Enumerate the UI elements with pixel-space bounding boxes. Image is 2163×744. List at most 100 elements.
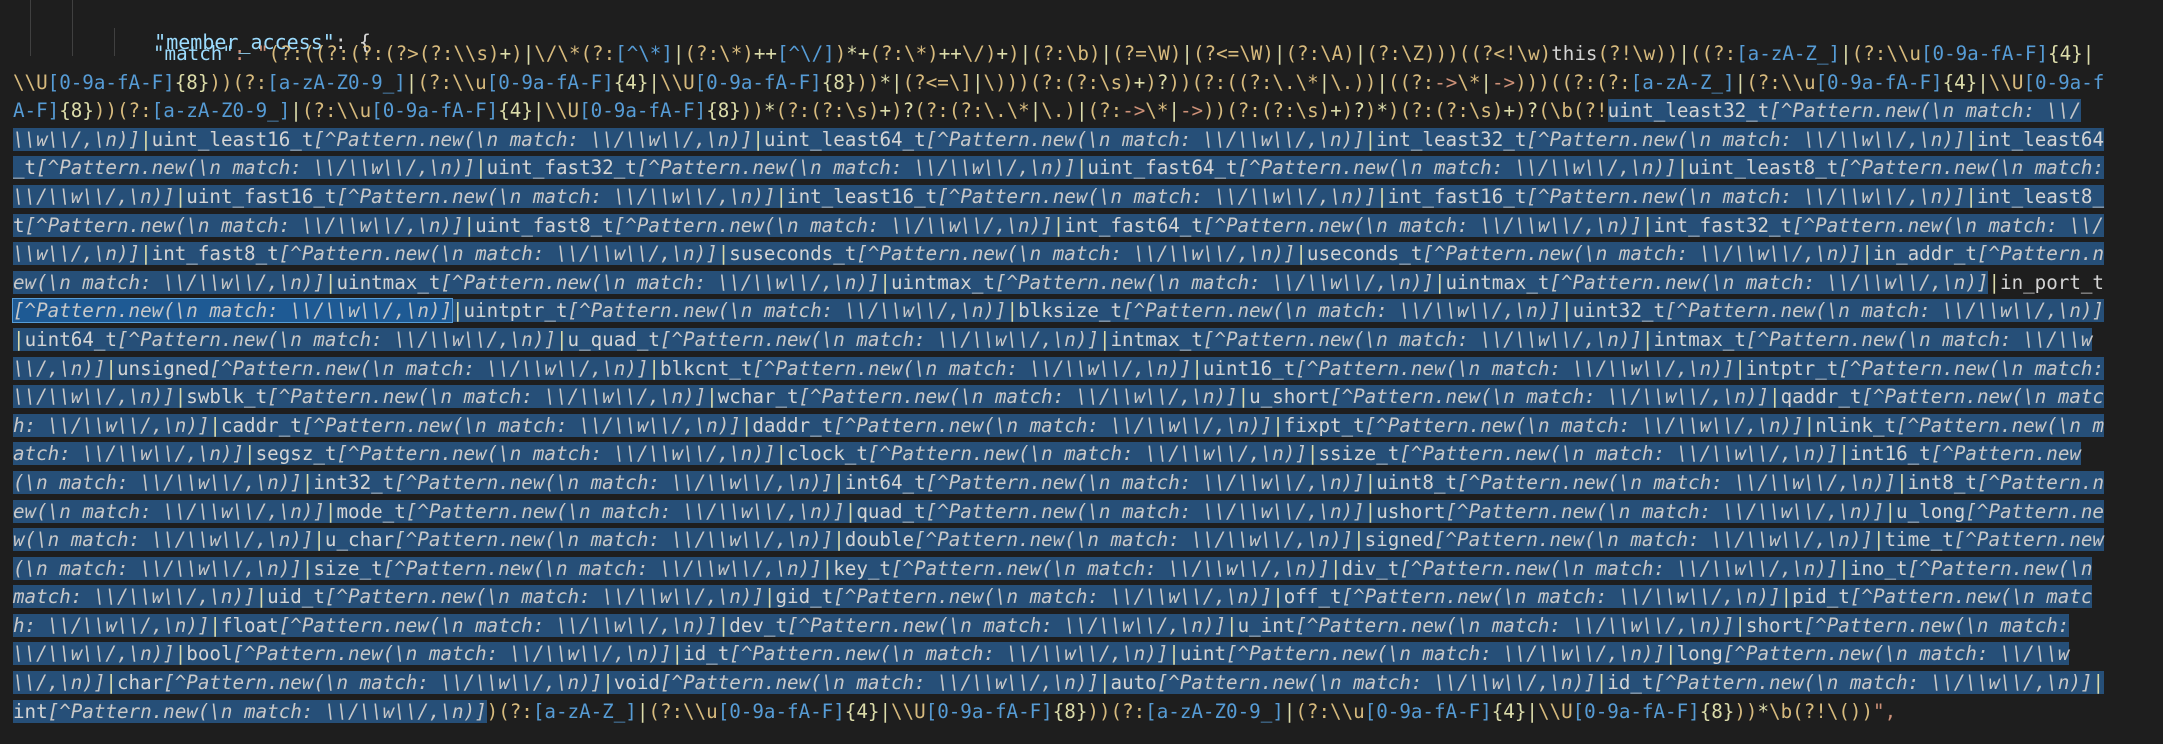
regex-token: (?: — [117, 99, 152, 123]
regex-token: (?: — [1399, 70, 1435, 94]
regex-token: (?: — [1285, 42, 1321, 65]
regex-token: ? — [1156, 70, 1169, 94]
regex-alternation: | — [763, 585, 776, 609]
regex-token: \* — [1145, 99, 1169, 123]
type-alternative: |int_fast64_t[^Pattern.new(\n match: \\/… — [1052, 213, 1642, 237]
regex-alternation: | — [1884, 499, 1897, 523]
regex-token: \. — [1330, 70, 1354, 94]
regex-token: ( — [1538, 99, 1550, 123]
regex-alternation: | — [209, 413, 221, 437]
regex-alternation: | — [255, 585, 268, 609]
regex-alternation: | — [602, 671, 614, 695]
pattern-fragment: [^Pattern.new(\n match: \\/\\w\\/,\n)] — [798, 385, 1238, 409]
regex-token: (?: — [648, 699, 684, 723]
regex-alternation: | — [1734, 613, 1746, 637]
type-name: uint_fast32_t — [486, 156, 637, 180]
type-alternative: |suseconds_t[^Pattern.new(\n match: \\/\… — [717, 242, 1296, 266]
pattern-fragment: [^Pattern.new(\n match: \\/\\w\\/,\n)] — [567, 299, 1007, 323]
type-alternative: |id_t[^Pattern.new(\n match: \\/\\w\\/,\… — [1595, 671, 2093, 695]
regex-token: (?: — [301, 99, 337, 123]
type-name: uint64_t — [24, 327, 117, 351]
regex-token: ) — [1655, 42, 1667, 65]
type-alternative: |uintptr_t[^Pattern.new(\n match: \\/\\w… — [451, 299, 1007, 323]
regex-alternation: | — [1433, 270, 1446, 294]
json-punct: : " — [233, 42, 269, 65]
regex-token: [0-9a-fA-F] — [1815, 70, 1943, 94]
type-alternative: |ushort[^Pattern.new(\n match: \\/\\w\\/… — [1364, 499, 1885, 523]
regex-token: [0-9a-fA-F] — [717, 699, 845, 723]
regex-token: | — [2082, 42, 2095, 65]
regex-token: (?: — [1237, 70, 1273, 94]
regex-token: ) — [1064, 99, 1076, 123]
regex-token: | — [1840, 42, 1852, 65]
regex-token: \s — [1468, 99, 1492, 123]
regex-token: [^\/] — [776, 42, 835, 65]
regex-token: | — [1734, 70, 1747, 94]
regex-token: ", — [1873, 699, 1897, 723]
regex-alternation: | — [324, 499, 337, 523]
type-name: id_t — [1607, 671, 1654, 695]
pattern-fragment: [^Pattern.new(\n match: \\/\\w\\/,\n)] — [833, 413, 1273, 437]
type-name: bool — [186, 642, 233, 666]
regex-token: \\u — [452, 70, 487, 94]
pattern-fragment: [^Pattern.new(\n match: \\/\\w\\/,\n)] — [1237, 156, 1677, 180]
type-name: signed — [1364, 528, 1434, 552]
pattern-fragment: [^Pattern.new(\n match: \\/\\w\\/,\n)] — [336, 442, 776, 466]
regex-token: \\u — [336, 99, 372, 123]
regex-token: {8} — [59, 99, 94, 123]
regex-token: ( — [1549, 70, 1562, 94]
regex-token: ) — [1145, 70, 1157, 94]
regex-token: * — [879, 70, 892, 94]
regex-token: \\u — [1330, 699, 1365, 723]
pattern-fragment: [^Pattern.new(\n match: \\/\\w\\/,\n)] — [867, 442, 1307, 466]
type-name: uint_least8_t — [1688, 156, 1839, 180]
regex-token: (?: — [810, 99, 845, 123]
regex-token: ) — [1526, 70, 1539, 94]
pattern-fragment: [^Pattern.new(\n match: \\/\\w\\/,\n)] — [1330, 385, 1769, 409]
regex-token: (?: — [349, 42, 385, 65]
regex-token: \b — [1065, 42, 1089, 65]
regex-alternation: | — [648, 356, 660, 380]
type-name: u_int — [1237, 613, 1296, 637]
regex-token: (?: — [1366, 42, 1401, 65]
regex-token: | — [290, 99, 302, 123]
type-name: u_long — [1896, 499, 1966, 523]
regex-token: (?: — [684, 42, 720, 65]
regex-token: (?<= — [1192, 42, 1240, 65]
pattern-fragment: [^Pattern.new(\n match: \\/\\w\\/,\n)] — [925, 470, 1365, 494]
type-name: ushort — [1376, 499, 1446, 523]
regex-alternation: | — [717, 242, 730, 266]
pattern-fragment: [^Pattern.new(\n match: \\/\\w\\/,\n)] — [1341, 585, 1781, 609]
regex-token: ) — [1262, 42, 1274, 65]
type-name: void — [613, 671, 660, 695]
regex-token: + — [879, 99, 892, 123]
regex-token: ) — [1088, 42, 1101, 65]
regex-alternation: | — [555, 327, 568, 351]
pattern-fragment: [^Pattern.new(\n match: \\/\\w\\/,\n)] — [394, 470, 834, 494]
type-name: uintmax_t — [890, 270, 995, 294]
regex-token: {4} — [613, 70, 649, 94]
code-editor[interactable]: "member_access": { "match": "(?:((?:(?:(… — [0, 0, 2163, 744]
pattern-fragment: [^Pattern.new(\n match: \\/\\w\\/,\n)] — [937, 184, 1377, 208]
regex-alternation: | — [324, 270, 337, 294]
type-alternative: |int64_t[^Pattern.new(\n match: \\/\\w\\… — [833, 470, 1365, 494]
type-alternative: |intmax_t[^Pattern.new(\n match: \\/\\w\… — [1098, 327, 1642, 351]
regex-token: [0-9a-fA-F] — [486, 70, 614, 94]
pattern-fragment: [^Pattern.new(\n match: \\/\\w\\/,\n)] — [1549, 270, 1989, 294]
type-alternative: |auto[^Pattern.new(\n match: \\/\\w\\/,\… — [1098, 671, 1596, 695]
regex-alternation: | — [174, 184, 187, 208]
type-alternative: |size_t[^Pattern.new(\n match: \\/\\w\\/… — [301, 556, 822, 580]
regex-token: \* — [1457, 70, 1481, 94]
regex-token: \\U — [544, 99, 580, 123]
regex-alternation: | — [879, 270, 891, 294]
type-name: int_fast16_t — [1387, 184, 1527, 208]
type-alternative: |gid_t[^Pattern.new(\n match: \\/\\w\\/,… — [763, 585, 1273, 609]
type-alternative: |float[^Pattern.new(\n match: \\/\\w\\/,… — [209, 613, 718, 637]
type-alternative: |dev_t[^Pattern.new(\n match: \\/\\w\\/,… — [717, 613, 1227, 637]
type-alternative: |swblk_t[^Pattern.new(\n match: \\/\\w\\… — [174, 385, 707, 409]
regex-token: ) — [1515, 99, 1527, 123]
regex-token: {4} — [498, 99, 533, 123]
type-name: in_addr_t — [1872, 242, 1977, 266]
regex-token: (?: — [417, 70, 453, 94]
type-alternative: |int32_t[^Pattern.new(\n match: \\/\\w\\… — [301, 470, 834, 494]
